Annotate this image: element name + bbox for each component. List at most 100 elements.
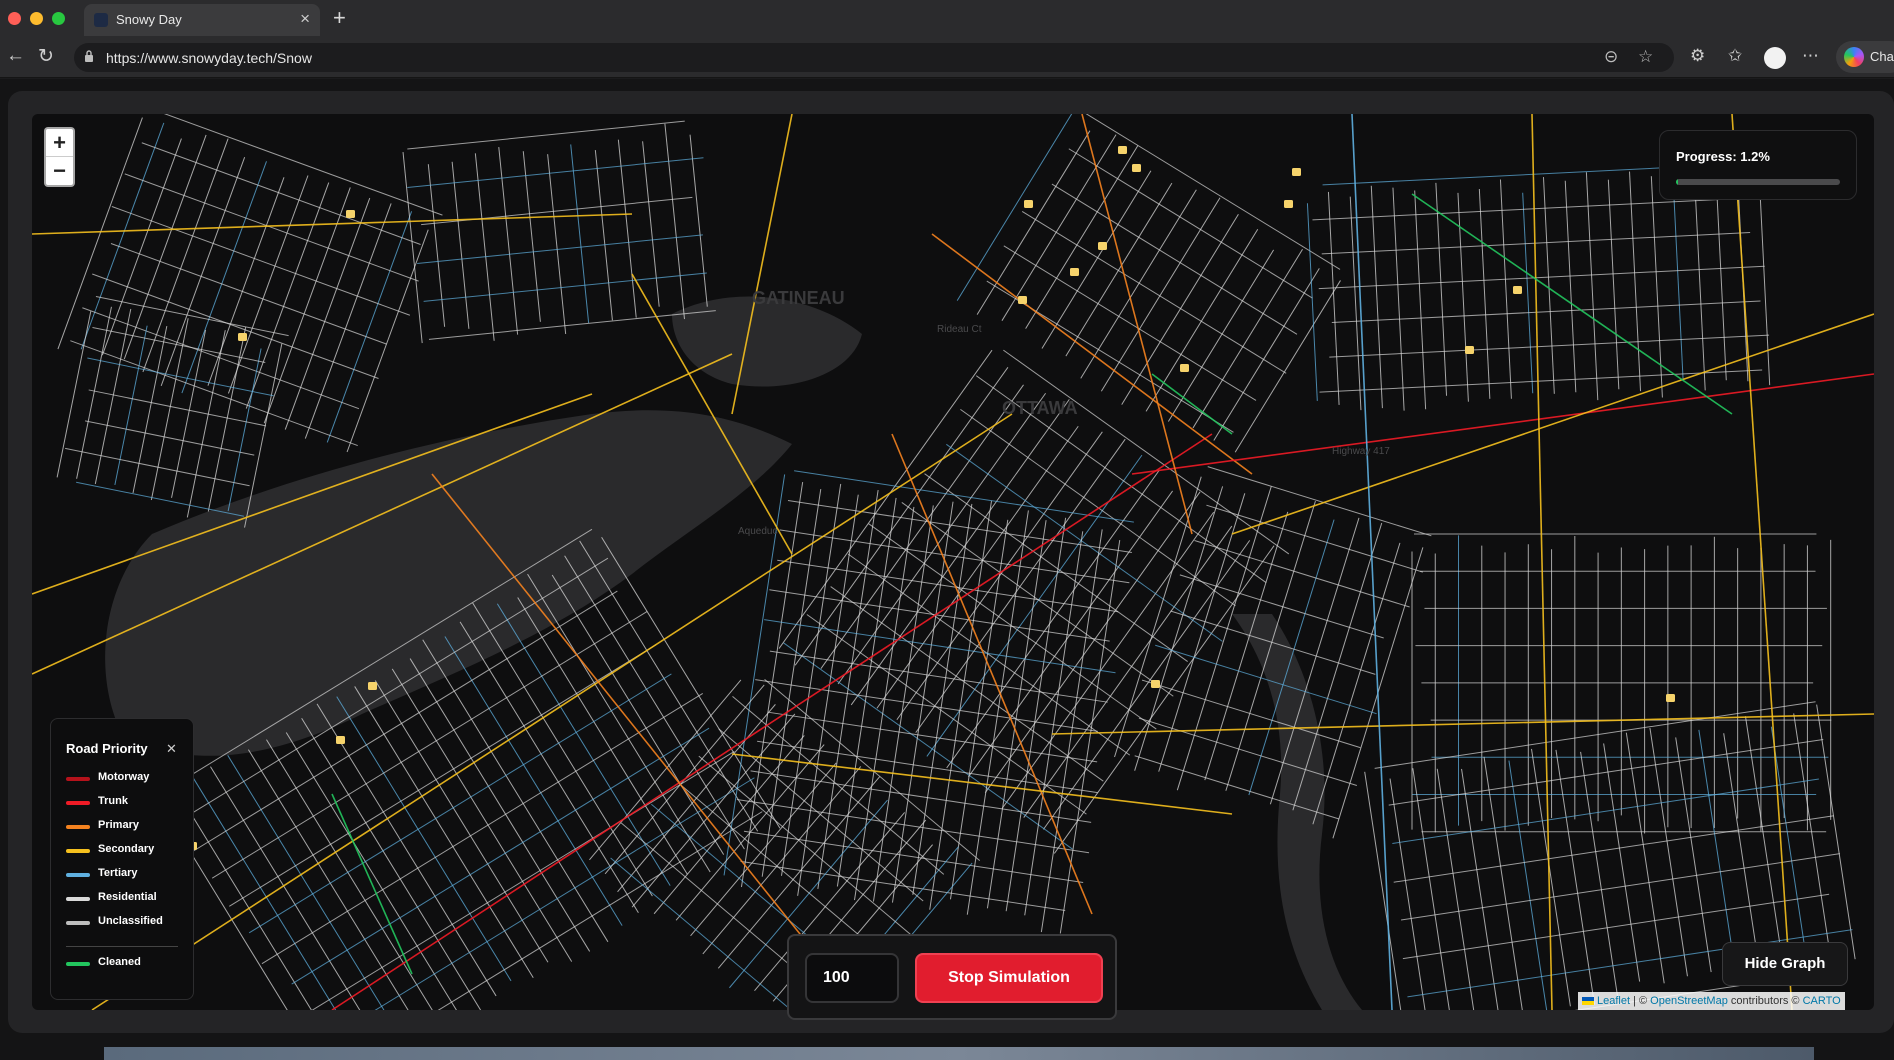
road-segment: [171, 329, 207, 498]
minimize-window-button[interactable]: [30, 12, 43, 25]
road-segment: [114, 325, 148, 486]
road-segment: [181, 161, 267, 394]
road-segment: [1145, 228, 1259, 412]
road-segment: [1531, 114, 1553, 1010]
road-map[interactable]: GATINEAU OTTAWA Highway 417 Rideau Ct Aq…: [32, 114, 1874, 1010]
profile-avatar[interactable]: [1764, 47, 1786, 69]
road-segment: [1625, 732, 1665, 984]
speed-input[interactable]: [805, 953, 899, 1003]
road-segment: [247, 749, 409, 1010]
road-segment: [1194, 539, 1410, 608]
legend-divider: [66, 946, 178, 947]
road-segment: [767, 711, 1098, 763]
road-segment: [459, 621, 639, 913]
zoom-out-button[interactable]: −: [46, 157, 73, 185]
road-segment: [374, 777, 755, 1010]
more-options-icon[interactable]: ⋯: [1802, 46, 1819, 66]
zoom-in-button[interactable]: +: [46, 129, 73, 157]
road-segment: [266, 739, 433, 1010]
stop-simulation-button[interactable]: Stop Simulation: [915, 953, 1103, 1003]
road-segment: [1167, 249, 1275, 422]
road-segment: [847, 553, 1131, 756]
road-segment: [263, 187, 351, 424]
road-segment: [761, 489, 822, 877]
road-segment: [1370, 185, 1383, 409]
snowplow-icon: [336, 736, 345, 744]
road-segment: [1059, 539, 1121, 934]
road-segment: [740, 860, 1066, 911]
legend-close-icon[interactable]: ✕: [166, 741, 177, 757]
legend-item-unclassified: Unclassified: [66, 915, 186, 931]
legend-label: Tertiary: [98, 867, 138, 879]
road-segment: [142, 138, 229, 373]
extensions-icon[interactable]: ⚙: [1690, 46, 1705, 66]
legend-label: Primary: [98, 819, 139, 831]
snowplow-icon: [238, 333, 247, 341]
address-bar[interactable]: https://www.snowyday.tech/Snow ⊝ ☆: [74, 43, 1674, 72]
road-segment: [191, 776, 337, 1010]
back-arrow-icon[interactable]: ←: [6, 45, 25, 67]
road-segment: [1392, 187, 1405, 411]
osm-link[interactable]: OpenStreetMap: [1650, 995, 1728, 1007]
tab-close-icon[interactable]: ×: [300, 9, 310, 29]
site-favicon-icon: [94, 13, 108, 27]
road-segment: [755, 679, 1098, 732]
map-label-gatineau: GATINEAU: [752, 288, 845, 308]
legend-item-cleaned: Cleaned: [66, 956, 186, 972]
road-segment: [1065, 182, 1173, 357]
progress-bar-fill: [1676, 179, 1678, 185]
road-segment: [110, 243, 387, 345]
road-segment: [421, 196, 693, 226]
road-segment: [92, 273, 379, 379]
road-segment: [423, 272, 707, 302]
road-segment: [346, 229, 429, 453]
legend-label: Residential: [98, 891, 157, 903]
road-segment: [227, 175, 309, 394]
copilot-button[interactable]: Cha: [1836, 41, 1894, 73]
snowplow-icon: [1180, 364, 1189, 372]
legend-label: Cleaned: [98, 956, 141, 968]
favorites-icon[interactable]: ✩: [1728, 46, 1742, 66]
url-text: https://www.snowyday.tech/Snow: [106, 50, 312, 66]
maximize-window-button[interactable]: [52, 12, 65, 25]
new-tab-icon[interactable]: +: [333, 5, 346, 31]
road-segment: [245, 182, 330, 409]
copilot-icon: [1844, 47, 1864, 67]
leaflet-link[interactable]: Leaflet: [1597, 995, 1630, 1007]
road-segment: [123, 134, 207, 360]
road-segment: [87, 357, 274, 397]
reader-icon[interactable]: ⊝: [1604, 47, 1618, 67]
road-segment: [1306, 203, 1318, 401]
browser-toolbar: ← ↻ https://www.snowyday.tech/Snow ⊝ ☆ ⚙…: [0, 38, 1894, 78]
progress-label: Progress: 1.2%: [1676, 149, 1770, 164]
road-segment: [1206, 504, 1424, 573]
road-segment: [1041, 170, 1152, 349]
simulation-controls: Stop Simulation: [787, 934, 1117, 1020]
legend-swatch: [66, 801, 90, 805]
road-segment: [354, 686, 534, 978]
road-segment: [850, 399, 1070, 706]
road-segment: [679, 783, 888, 960]
close-window-button[interactable]: [8, 12, 21, 25]
road-segment: [1411, 193, 1733, 415]
road-segment: [451, 161, 470, 329]
road-segment: [631, 713, 796, 908]
road-segment: [949, 519, 1009, 900]
road-segment: [336, 696, 512, 982]
carto-link[interactable]: CARTO: [1803, 995, 1841, 1007]
map-label-aqueduc: Aqueduc: [738, 526, 777, 537]
hide-graph-button[interactable]: Hide Graph: [1722, 942, 1848, 986]
snowplow-icon: [1284, 200, 1293, 208]
lock-icon: [85, 50, 93, 62]
favorite-star-icon[interactable]: ☆: [1638, 47, 1653, 67]
reload-icon[interactable]: ↻: [38, 45, 54, 68]
road-segment: [1131, 373, 1874, 475]
road-segment: [76, 306, 112, 479]
road-segment: [1005, 517, 1067, 912]
snowplow-icon: [1465, 346, 1474, 354]
snowplow-icon: [1118, 146, 1127, 154]
progress-bar: [1676, 179, 1840, 185]
browser-tab[interactable]: Snowy Day ×: [84, 4, 320, 36]
road-segment: [1331, 300, 1761, 323]
map-canvas[interactable]: GATINEAU OTTAWA Highway 417 Rideau Ct Aq…: [32, 114, 1874, 1010]
